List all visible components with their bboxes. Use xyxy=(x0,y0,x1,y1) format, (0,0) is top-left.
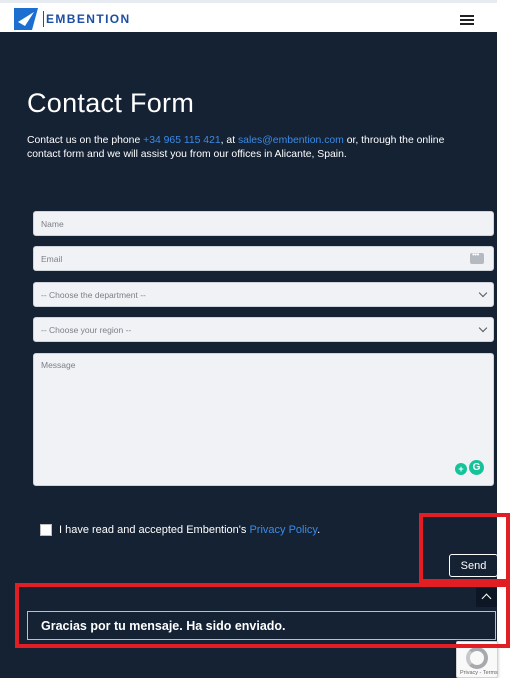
form-response-message: Gracias por tu mensaje. Ha sido enviado. xyxy=(27,611,496,640)
hamburger-menu-icon[interactable] xyxy=(460,15,474,25)
privacy-consent-label: I have read and accepted Embention's Pri… xyxy=(59,524,320,536)
privacy-policy-link[interactable]: Privacy Policy xyxy=(249,524,317,536)
embention-logo-icon[interactable] xyxy=(14,8,38,30)
email-link[interactable]: sales@embention.com xyxy=(238,135,344,146)
recaptcha-badge[interactable]: Privacy - Terms xyxy=(456,641,498,678)
password-manager-icon[interactable] xyxy=(470,250,484,264)
message-placeholder: Message xyxy=(41,360,76,370)
grammarly-add-icon[interactable]: + xyxy=(455,463,467,475)
message-textarea[interactable]: Message + G xyxy=(33,353,494,486)
department-select[interactable]: -- Choose the department -- xyxy=(33,282,494,307)
department-selected-value: -- Choose the department -- xyxy=(41,290,146,300)
region-selected-value: -- Choose your region -- xyxy=(41,325,132,335)
send-button[interactable]: Send xyxy=(449,554,498,577)
recaptcha-logo-icon xyxy=(466,647,488,669)
back-to-top-chevron-up-icon[interactable] xyxy=(476,587,497,607)
intro-text: Contact us on the phone +34 965 115 421,… xyxy=(27,134,477,162)
name-placeholder: Name xyxy=(41,219,64,229)
brand-divider xyxy=(43,11,44,27)
phone-link[interactable]: +34 965 115 421 xyxy=(143,135,221,146)
page-title: Contact Form xyxy=(27,88,195,118)
email-placeholder: Email xyxy=(41,254,63,264)
page-margin xyxy=(497,0,510,678)
brand-name[interactable]: EMBENTION xyxy=(46,12,131,26)
region-select[interactable]: -- Choose your region -- xyxy=(33,317,494,342)
site-header: EMBENTION xyxy=(0,0,497,32)
privacy-consent-checkbox[interactable] xyxy=(40,524,52,536)
consent-suffix: . xyxy=(317,524,321,536)
intro-text-start: Contact us on the phone xyxy=(27,135,144,146)
intro-text-middle: , at xyxy=(220,135,238,146)
consent-text: I have read and accepted Embention's xyxy=(59,524,250,536)
email-field[interactable]: Email xyxy=(33,246,494,271)
grammarly-logo-icon[interactable]: G xyxy=(469,460,484,475)
recaptcha-terms-link[interactable]: Privacy - Terms xyxy=(460,670,498,676)
name-field[interactable]: Name xyxy=(33,211,494,236)
